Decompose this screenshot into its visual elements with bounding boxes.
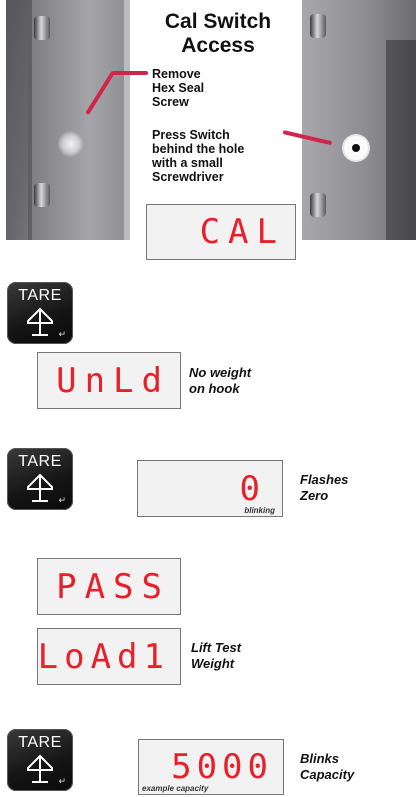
display-load1: LoAd1	[37, 628, 181, 685]
remove-screw-note: Remove Hex Seal Screw	[152, 67, 292, 109]
caption-blinks-capacity: Blinks Capacity	[300, 751, 410, 783]
display-capacity: 5000 example capacity	[138, 739, 284, 795]
caption-line: Flashes	[300, 472, 349, 487]
caption-line: Zero	[300, 488, 329, 503]
tare-button[interactable]: TARE ↵	[7, 448, 73, 510]
tare-button[interactable]: TARE ↵	[7, 282, 73, 344]
display-readout: PASS	[56, 566, 170, 607]
display-zero: 0 blinking	[137, 460, 283, 517]
tare-label: TARE	[18, 453, 62, 470]
title-line-1: Cal Switch	[164, 10, 272, 33]
note-line: Press Switch	[152, 128, 230, 142]
up-arrow-icon	[27, 307, 53, 336]
display-cal: CAL	[146, 204, 296, 260]
title-line-2: Access	[181, 34, 255, 57]
caption-flashes-zero: Flashes Zero	[300, 472, 410, 504]
note-line: with a small	[152, 156, 223, 170]
caption-line: Blinks	[300, 751, 340, 766]
up-arrow-icon	[27, 754, 53, 783]
display-pass: PASS	[37, 558, 181, 615]
enter-icon: ↵	[58, 495, 66, 505]
note-line: Screwdriver	[152, 170, 224, 184]
page-title: Cal Switch Access	[138, 10, 298, 58]
note-line: behind the hole	[152, 142, 245, 156]
note-line: Hex Seal	[152, 81, 205, 95]
caption-line: Lift Test	[191, 640, 242, 655]
tare-label: TARE	[18, 734, 62, 751]
example-capacity-label: example capacity	[142, 784, 209, 793]
display-readout: CAL	[199, 212, 285, 252]
display-readout: 0	[239, 468, 268, 509]
enter-icon: ↵	[58, 329, 66, 339]
press-switch-note: Press Switch behind the hole with a smal…	[152, 128, 300, 184]
blinking-label: blinking	[244, 506, 275, 515]
left-photo	[6, 0, 130, 240]
caption-line: on hook	[189, 381, 240, 396]
hex-seal-screw	[58, 131, 84, 157]
display-readout: UnLd	[56, 360, 170, 401]
caption-line: Weight	[191, 656, 235, 671]
switch-hole	[344, 136, 368, 160]
display-unld: UnLd	[37, 352, 181, 409]
up-arrow-icon	[27, 473, 53, 502]
caption-no-weight: No weight on hook	[189, 365, 309, 397]
caption-line: No weight	[189, 365, 252, 380]
pointer-line-left-top	[112, 71, 148, 75]
caption-line: Capacity	[300, 767, 355, 782]
tare-label: TARE	[18, 287, 62, 304]
caption-lift-test-weight: Lift Test Weight	[191, 640, 311, 672]
right-photo	[302, 0, 416, 240]
tare-button[interactable]: TARE ↵	[7, 729, 73, 791]
display-readout: 5000	[171, 747, 273, 787]
note-line: Screw	[152, 95, 189, 109]
note-line: Remove	[152, 67, 201, 81]
display-readout: LoAd1	[37, 636, 170, 677]
enter-icon: ↵	[58, 776, 66, 786]
